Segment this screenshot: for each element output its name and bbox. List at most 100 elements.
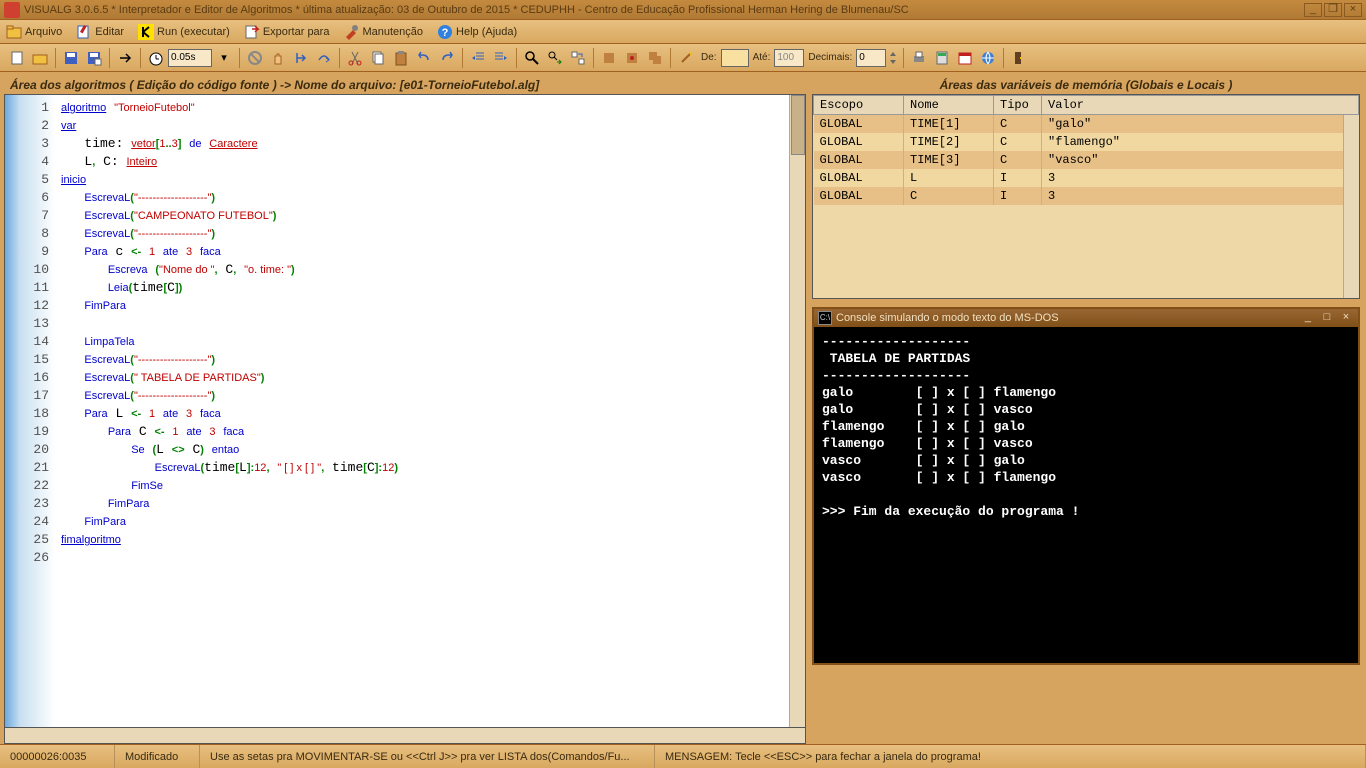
indent-right-button[interactable] [490, 47, 512, 69]
toolbar: ▾ De: Até: Decimais: [0, 44, 1366, 72]
menubar: Arquivo Editar Run (executar) Exportar p… [0, 20, 1366, 44]
table-row[interactable]: GLOBALTIME[1]C"galo" [814, 115, 1359, 134]
code-editor[interactable]: 1234567891011121314151617181920212223242… [4, 94, 806, 728]
de-input[interactable] [721, 49, 749, 67]
findnext-button[interactable] [544, 47, 566, 69]
cell-valor: 3 [1042, 187, 1359, 205]
editor-hscrollbar[interactable] [4, 728, 806, 744]
new-button[interactable] [6, 47, 28, 69]
globe-button[interactable] [977, 47, 999, 69]
menu-exportar[interactable]: Exportar para [244, 24, 330, 40]
paste-button[interactable] [390, 47, 412, 69]
editor-vscrollbar[interactable] [789, 95, 805, 727]
svg-text:?: ? [442, 27, 449, 39]
tools-icon [343, 24, 359, 40]
cell-tipo: C [994, 133, 1042, 151]
status-mod: Modificado [115, 745, 200, 768]
timer-button[interactable] [145, 47, 167, 69]
dec-input[interactable] [856, 49, 886, 67]
dec-label: Decimais: [808, 52, 852, 63]
close-button[interactable]: × [1344, 3, 1362, 17]
save-button[interactable] [60, 47, 82, 69]
dec-spin[interactable] [887, 47, 899, 69]
cell-valor: 3 [1042, 169, 1359, 187]
replace-button[interactable] [567, 47, 589, 69]
export-icon [244, 24, 260, 40]
redo-button[interactable] [436, 47, 458, 69]
shortcut-button[interactable] [114, 47, 136, 69]
status-hint: Use as setas pra MOVIMENTAR-SE ou <<Ctrl… [200, 745, 655, 768]
bookmark-button[interactable] [621, 47, 643, 69]
console-icon: C:\ [818, 311, 832, 325]
cell-valor: "galo" [1042, 115, 1359, 134]
dropdown-icon[interactable]: ▾ [213, 47, 235, 69]
menu-help[interactable]: ?Help (Ajuda) [437, 24, 517, 40]
col-escopo[interactable]: Escopo [814, 96, 904, 115]
folder-icon [6, 24, 22, 40]
cell-nome: C [904, 187, 994, 205]
wand-button[interactable] [675, 47, 697, 69]
col-tipo[interactable]: Tipo [994, 96, 1042, 115]
cell-escopo: GLOBAL [814, 133, 904, 151]
console-min-button[interactable]: _ [1300, 311, 1316, 325]
cut-button[interactable] [344, 47, 366, 69]
console-title: Console simulando o modo texto do MS-DOS [836, 312, 1300, 324]
stepover-button[interactable] [313, 47, 335, 69]
col-nome[interactable]: Nome [904, 96, 994, 115]
table-row[interactable]: GLOBALLI3 [814, 169, 1359, 187]
help-icon: ? [437, 24, 453, 40]
menu-run[interactable]: Run (executar) [138, 24, 230, 40]
statusbar: 00000026:0035 Modificado Use as setas pr… [0, 744, 1366, 768]
run-icon [138, 24, 154, 40]
vars-title: Áreas das variáveis de memória (Globais … [812, 76, 1360, 94]
console-max-button[interactable]: □ [1319, 311, 1335, 325]
cell-tipo: C [994, 151, 1042, 169]
minimize-button[interactable]: _ [1304, 3, 1322, 17]
table-row[interactable]: GLOBALTIME[3]C"vasco" [814, 151, 1359, 169]
step-button[interactable] [290, 47, 312, 69]
indent-left-button[interactable] [467, 47, 489, 69]
console-titlebar[interactable]: C:\ Console simulando o modo texto do MS… [814, 309, 1358, 327]
col-valor[interactable]: Valor [1042, 96, 1359, 115]
open-button[interactable] [29, 47, 51, 69]
ate-input[interactable] [774, 49, 804, 67]
calendar-button[interactable] [954, 47, 976, 69]
saveas-button[interactable] [83, 47, 105, 69]
cell-nome: TIME[2] [904, 133, 994, 151]
status-msg: MENSAGEM: Tecle <<ESC>> para fechar a ja… [655, 745, 1366, 768]
undo-button[interactable] [413, 47, 435, 69]
hand-button[interactable] [267, 47, 289, 69]
table-row[interactable]: GLOBALTIME[2]C"flamengo" [814, 133, 1359, 151]
print-button[interactable] [908, 47, 930, 69]
menu-editar[interactable]: Editar [76, 24, 124, 40]
breakpoint-button[interactable] [598, 47, 620, 69]
find-button[interactable] [521, 47, 543, 69]
editor-title: Área dos algoritmos ( Edição do código f… [4, 76, 806, 94]
edit-icon [76, 24, 92, 40]
bookmark2-button[interactable] [644, 47, 666, 69]
cell-nome: L [904, 169, 994, 187]
cell-escopo: GLOBAL [814, 151, 904, 169]
window-buttons: _ ❐ × [1304, 3, 1362, 17]
cell-escopo: GLOBAL [814, 169, 904, 187]
line-gutter: 1234567891011121314151617181920212223242… [5, 95, 55, 727]
vars-vscrollbar[interactable] [1343, 115, 1359, 298]
menu-arquivo[interactable]: Arquivo [6, 24, 62, 40]
exit-button[interactable] [1008, 47, 1030, 69]
restore-button[interactable]: ❐ [1324, 3, 1342, 17]
menu-manutencao[interactable]: Manutenção [343, 24, 423, 40]
cell-valor: "flamengo" [1042, 133, 1359, 151]
code-content[interactable]: algoritmo "TorneioFutebol" var time: vet… [55, 95, 805, 727]
calc-button[interactable] [931, 47, 953, 69]
nosign-button[interactable] [244, 47, 266, 69]
copy-button[interactable] [367, 47, 389, 69]
cell-escopo: GLOBAL [814, 115, 904, 134]
cell-nome: TIME[1] [904, 115, 994, 134]
console-close-button[interactable]: × [1338, 311, 1354, 325]
vars-table: Escopo Nome Tipo Valor GLOBALTIME[1]C"ga… [812, 94, 1360, 299]
speed-input[interactable] [168, 49, 212, 67]
console-body[interactable]: ------------------- TABELA DE PARTIDAS -… [814, 327, 1358, 663]
titlebar: VISUALG 3.0.6.5 * Interpretador e Editor… [0, 0, 1366, 20]
ate-label: Até: [753, 52, 771, 63]
table-row[interactable]: GLOBALCI3 [814, 187, 1359, 205]
